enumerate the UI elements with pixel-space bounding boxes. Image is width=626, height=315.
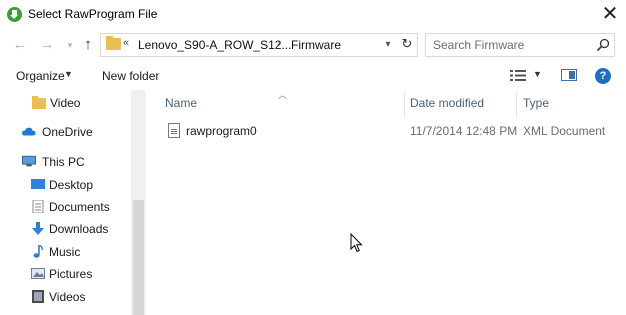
breadcrumb-separator[interactable]: › (277, 37, 281, 49)
new-folder-button[interactable]: New folder (102, 69, 159, 83)
preview-pane-icon[interactable] (561, 69, 577, 81)
cloud-icon (22, 127, 36, 136)
column-header-type[interactable]: Type (523, 96, 549, 110)
sidebar-item-label: OneDrive (42, 125, 93, 139)
pictures-icon (31, 268, 45, 279)
file-list: ︿ Name Date modified Type rawprogram0 11… (146, 90, 626, 315)
app-download-icon (7, 7, 22, 22)
folder-icon (32, 96, 46, 109)
view-chevron-down-icon[interactable]: ▼ (533, 69, 542, 79)
column-divider[interactable] (404, 92, 405, 118)
navigation-pane: Video OneDrive This PC Desktop Documents… (0, 90, 146, 315)
sort-ascending-icon: ︿ (278, 90, 288, 100)
folder-icon (106, 36, 121, 50)
column-header-name[interactable]: Name (165, 96, 197, 110)
search-input[interactable]: Search Firmware (433, 38, 524, 52)
desktop-icon (31, 179, 45, 189)
recent-locations-chevron-icon[interactable]: ▾ (61, 36, 79, 54)
address-bar[interactable]: « Lenovo_S90-A_ROW_S12... › Firmware ▾ ↻ (100, 33, 418, 57)
search-box[interactable]: Search Firmware (425, 33, 615, 57)
chevron-down-icon[interactable]: ▼ (64, 69, 73, 79)
sidebar-item-label: Documents (49, 200, 110, 214)
file-date: 11/7/2014 12:48 PM (410, 124, 518, 138)
help-icon[interactable]: ? (595, 68, 611, 84)
forward-arrow-icon[interactable]: → (38, 36, 56, 54)
close-button[interactable]: ✕ (594, 0, 626, 30)
command-bar: Organize ▼ New folder ▼ ? (0, 62, 626, 90)
sidebar-item-label: Music (49, 245, 81, 259)
address-dropdown-icon[interactable]: ▾ (381, 37, 395, 53)
window-title: Select RawProgram File (28, 7, 158, 21)
column-header-date[interactable]: Date modified (410, 96, 484, 110)
sidebar-item-label: This PC (42, 155, 85, 169)
search-icon[interactable] (596, 38, 610, 52)
up-arrow-icon[interactable]: ↑ (79, 36, 97, 54)
file-type: XML Document (523, 124, 606, 138)
column-divider[interactable] (516, 92, 517, 118)
videos-icon (32, 290, 44, 303)
organize-button[interactable]: Organize (16, 69, 65, 83)
breadcrumb-lenovo[interactable]: Lenovo_S90-A_ROW_S12... (138, 38, 291, 52)
sidebar-item-label: Video (50, 96, 81, 110)
music-icon (33, 245, 43, 258)
mouse-cursor-icon (350, 233, 363, 253)
sidebar-item-label: Downloads (49, 222, 109, 236)
view-options-icon[interactable] (510, 69, 526, 82)
sidebar-item-label: Pictures (49, 267, 93, 281)
documents-icon (32, 200, 44, 213)
refresh-icon[interactable]: ↻ (398, 35, 416, 53)
scrollbar-thumb[interactable] (133, 200, 144, 315)
title-bar: Select RawProgram File ✕ (0, 0, 626, 30)
sidebar-scrollbar[interactable] (131, 90, 146, 315)
computer-icon (22, 155, 36, 167)
xml-file-icon (168, 123, 180, 138)
overflow-chevron[interactable]: « (123, 37, 129, 49)
download-icon (32, 222, 44, 235)
sidebar-item-label: Desktop (49, 178, 94, 192)
back-arrow-icon[interactable]: ← (11, 36, 29, 54)
breadcrumb-firmware[interactable]: Firmware (291, 38, 341, 52)
file-name[interactable]: rawprogram0 (186, 124, 257, 138)
table-row[interactable]: rawprogram0 11/7/2014 12:48 PM XML Docum… (164, 120, 624, 142)
sidebar-item-label: Videos (49, 290, 86, 304)
